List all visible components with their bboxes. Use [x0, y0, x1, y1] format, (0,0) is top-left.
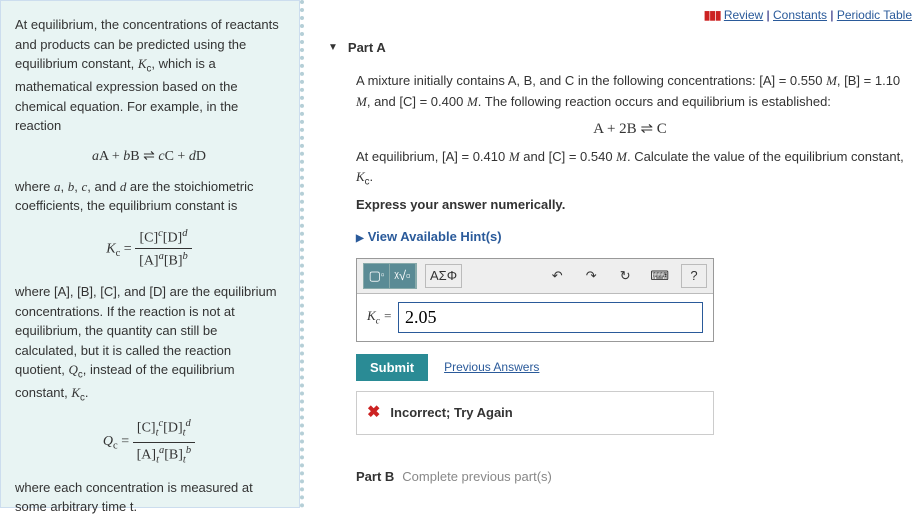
status-bars-icon: ▮▮▮	[704, 8, 721, 22]
info-panel: At equilibrium, the concentrations of re…	[0, 0, 300, 508]
undo-button[interactable]: ↶	[544, 264, 570, 288]
answer-input[interactable]	[398, 302, 703, 333]
question-text-1: A mixture initially contains A, B, and C…	[356, 71, 904, 113]
submit-button[interactable]: Submit	[356, 354, 428, 381]
express-instruction: Express your answer numerically.	[356, 195, 904, 216]
equation-toolbar: ▢▫ ᵡ√▫ ΑΣΦ ↶ ↷ ↻ ⌨ ?	[357, 259, 713, 294]
stoich-text: where a, b, c, and d are the stoichiomet…	[15, 177, 283, 216]
kc-formula: Kc = [C]c[D]d[A]a[B]b	[15, 226, 283, 272]
question-text-2: At equilibrium, [A] = 0.410 M and [C] = …	[356, 147, 904, 191]
template-button[interactable]: ▢▫	[364, 264, 390, 288]
part-b-label: Part B	[356, 469, 394, 484]
reaction-equation: A + 2B ⇌ C	[356, 117, 904, 141]
qc-formula: Qc = [C]tc[D]td[A]ta[B]tb	[15, 416, 283, 467]
generic-equation: aA + bB ⇌ cC + dD	[15, 146, 283, 167]
sqrt-button[interactable]: ᵡ√▫	[390, 264, 416, 288]
where-eq-text: where [A], [B], [C], and [D] are the equ…	[15, 282, 283, 406]
arb-time-text: where each concentration is measured at …	[15, 478, 283, 517]
previous-answers-link[interactable]: Previous Answers	[444, 358, 539, 377]
keyboard-button[interactable]: ⌨	[646, 264, 673, 288]
part-a-header[interactable]: ▼ Part A	[328, 40, 912, 55]
reset-button[interactable]: ↻	[612, 264, 638, 288]
feedback-box: ✖ Incorrect; Try Again	[356, 391, 714, 435]
collapse-icon: ▼	[328, 42, 338, 53]
redo-button[interactable]: ↷	[578, 264, 604, 288]
part-b-header: Part B Complete previous part(s)	[356, 459, 904, 488]
intro-text: At equilibrium, the concentrations of re…	[15, 15, 283, 136]
incorrect-icon: ✖	[367, 400, 380, 426]
greek-button[interactable]: ΑΣΦ	[425, 264, 462, 288]
question-panel: ▮▮▮ Review | Constants | Periodic Table …	[300, 0, 922, 508]
kc-label: Kc =	[367, 306, 392, 329]
answer-box: ▢▫ ᵡ√▫ ΑΣΦ ↶ ↷ ↻ ⌨ ? Kc =	[356, 258, 714, 342]
part-a-label: Part A	[348, 40, 386, 55]
view-hints-link[interactable]: ▶View Available Hint(s)	[356, 227, 502, 248]
feedback-text: Incorrect; Try Again	[390, 403, 512, 424]
part-b-note: Complete previous part(s)	[402, 469, 552, 484]
top-links: ▮▮▮ Review | Constants | Periodic Table	[328, 8, 912, 22]
part-a-body: A mixture initially contains A, B, and C…	[328, 71, 912, 488]
help-button[interactable]: ?	[681, 264, 707, 288]
periodic-link[interactable]: Periodic Table	[837, 8, 912, 22]
expand-icon: ▶	[356, 233, 364, 244]
constants-link[interactable]: Constants	[773, 8, 827, 22]
review-link[interactable]: Review	[724, 8, 763, 22]
